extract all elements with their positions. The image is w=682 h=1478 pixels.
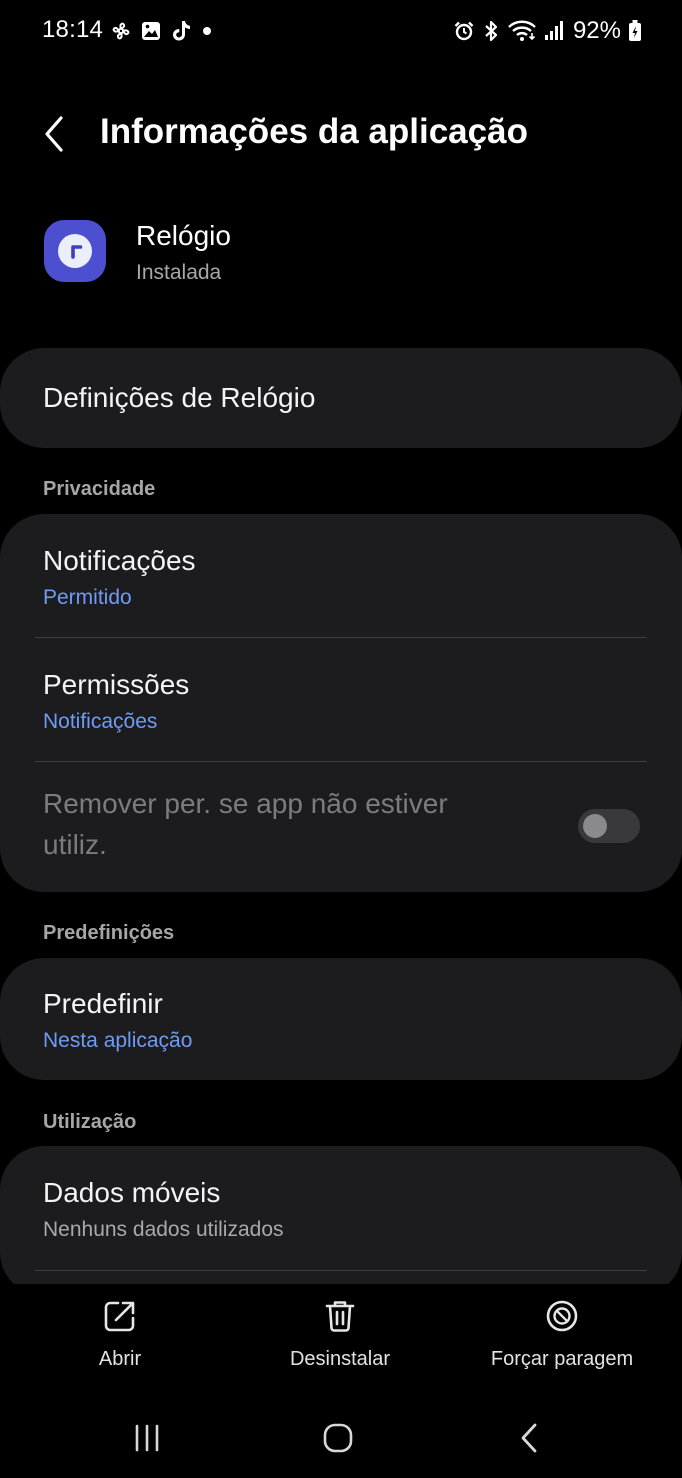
system-back-button[interactable] <box>500 1418 560 1458</box>
back-button[interactable] <box>30 108 82 160</box>
uninstall-label: Desinstalar <box>289 1348 391 1370</box>
home-button[interactable] <box>308 1418 368 1458</box>
section-header-usage: Utilização <box>43 1111 137 1133</box>
mobile-data-row[interactable]: Dados móveis Nenhuns dados utilizados <box>0 1146 682 1270</box>
stop-icon <box>544 1298 580 1334</box>
remove-permissions-toggle[interactable] <box>578 809 640 843</box>
clock-icon <box>55 231 95 271</box>
status-bar: 18:14 92% <box>0 0 682 62</box>
notifications-title: Notificações <box>43 545 196 576</box>
tiktok-icon <box>170 19 192 43</box>
trash-icon <box>322 1298 358 1334</box>
app-install-status: Instalada <box>136 261 222 284</box>
home-icon <box>322 1422 354 1454</box>
dot-icon <box>200 20 214 42</box>
toggle-knob <box>583 814 607 838</box>
chevron-left-icon <box>41 114 71 154</box>
app-settings-card[interactable]: Definições de Relógio <box>0 348 682 448</box>
open-button[interactable]: Abrir <box>60 1298 180 1371</box>
permissions-title: Permissões <box>43 669 190 700</box>
system-status-icons: 92% <box>453 16 642 46</box>
alarm-icon <box>453 20 475 42</box>
mobile-data-title: Dados móveis <box>43 1177 221 1208</box>
navigation-bar <box>0 1400 682 1478</box>
pinwheel-icon <box>110 20 132 42</box>
battery-icon <box>628 19 642 43</box>
defaults-card[interactable]: Predefinir Nesta aplicação <box>0 958 682 1080</box>
divider <box>35 1270 647 1271</box>
signal-icon <box>544 20 564 42</box>
recent-apps-icon <box>132 1423 162 1453</box>
remove-permissions-label: Remover per. se app não estiver utiliz. <box>43 788 448 860</box>
set-default-value: Nesta aplicação <box>43 1029 193 1052</box>
app-settings-link: Definições de Relógio <box>43 382 316 413</box>
page-title: Informações da aplicação <box>100 112 528 151</box>
uninstall-button[interactable]: Desinstalar <box>270 1298 410 1371</box>
app-name: Relógio <box>136 220 231 251</box>
status-time: 18:14 <box>42 16 104 43</box>
privacy-card: Notificações Permitido Permissões Notifi… <box>0 514 682 892</box>
permissions-row[interactable]: Permissões Notificações <box>0 638 682 762</box>
remove-permissions-row[interactable]: Remover per. se app não estiver utiliz. <box>0 762 682 892</box>
gallery-icon <box>140 20 162 42</box>
force-stop-button[interactable]: Forçar paragem <box>472 1298 652 1371</box>
mobile-data-value: Nenhuns dados utilizados <box>43 1218 284 1241</box>
notifications-value: Permitido <box>43 586 132 609</box>
permissions-value: Notificações <box>43 710 158 733</box>
app-icon <box>44 220 106 282</box>
section-header-defaults: Predefinições <box>43 922 175 944</box>
usage-card: Dados móveis Nenhuns dados utilizados <box>0 1146 682 1296</box>
wifi-icon <box>507 19 537 43</box>
open-external-icon <box>102 1298 138 1334</box>
section-header-privacy: Privacidade <box>43 478 156 500</box>
battery-percentage: 92% <box>572 17 621 44</box>
notification-icons <box>110 18 214 44</box>
back-arrow-icon <box>518 1422 542 1454</box>
bottom-action-bar: Abrir Desinstalar Forçar paragem <box>0 1284 682 1394</box>
set-default-title: Predefinir <box>43 988 163 1019</box>
open-label: Abrir <box>98 1348 142 1370</box>
force-stop-label: Forçar paragem <box>490 1348 634 1370</box>
notifications-row[interactable]: Notificações Permitido <box>0 514 682 638</box>
bluetooth-icon <box>482 19 500 43</box>
recent-apps-button[interactable] <box>117 1418 177 1458</box>
